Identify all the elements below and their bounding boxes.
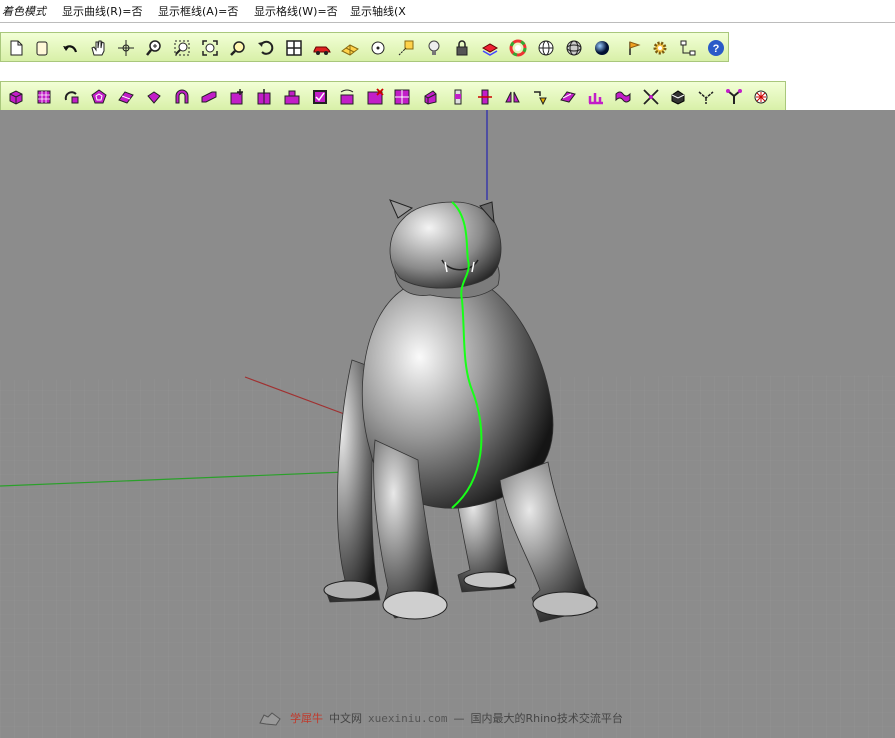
layer-icon[interactable] <box>479 37 501 59</box>
help-icon[interactable]: ? <box>705 37 727 59</box>
zoom-extents-icon[interactable] <box>199 37 221 59</box>
wave-icon[interactable] <box>612 86 634 108</box>
plane-grid-icon[interactable] <box>339 37 361 59</box>
rotate-3d-icon[interactable] <box>60 86 82 108</box>
column-red-icon[interactable] <box>474 86 496 108</box>
new-file-icon[interactable] <box>5 37 27 59</box>
column-icon[interactable] <box>447 86 469 108</box>
show-axes-option[interactable]: 显示轴线(X <box>350 3 406 19</box>
surface-icon[interactable] <box>115 86 137 108</box>
open-file-icon[interactable] <box>31 37 53 59</box>
zoom-icon[interactable] <box>143 37 165 59</box>
circle-snap-icon[interactable] <box>367 37 389 59</box>
fold-icon[interactable] <box>198 86 220 108</box>
show-grid-option[interactable]: 显示格线(W)=否 <box>254 3 338 19</box>
checkbox-solid-icon[interactable] <box>309 86 331 108</box>
cube-split-icon[interactable] <box>253 86 275 108</box>
perspective-viewport[interactable] <box>0 110 895 738</box>
arch-icon[interactable] <box>171 86 193 108</box>
flag-icon[interactable] <box>623 37 645 59</box>
display-mode-label[interactable]: 着色模式 <box>2 3 46 19</box>
branch-icon[interactable] <box>695 86 717 108</box>
undo-icon[interactable] <box>59 37 81 59</box>
svg-text:?: ? <box>713 43 720 55</box>
wireframe-sphere-icon[interactable] <box>535 37 557 59</box>
watermark-url: xuexiniu.com <box>368 711 448 725</box>
polygon-icon[interactable] <box>88 86 110 108</box>
show-curves-option[interactable]: 显示曲线(R)=否 <box>62 3 142 19</box>
pan-hand-icon[interactable] <box>87 37 109 59</box>
flat-surface-icon[interactable] <box>557 86 579 108</box>
rhino-logo-icon <box>259 712 281 726</box>
undo-view-icon[interactable] <box>255 37 277 59</box>
tree-structure-icon[interactable] <box>677 37 699 59</box>
extrude-icon[interactable] <box>419 86 441 108</box>
lightbulb-icon[interactable] <box>423 37 445 59</box>
zoom-selected-icon[interactable] <box>227 37 249 59</box>
color-wheel-icon[interactable] <box>507 37 529 59</box>
grid-solid-icon[interactable] <box>391 86 413 108</box>
point-grid-icon[interactable] <box>33 86 55 108</box>
tree-icon[interactable] <box>723 86 745 108</box>
watermark-site-name: 学犀牛 <box>290 712 323 725</box>
watermark: 学犀牛 中文网 xuexiniu.com — 国内最大的Rhino技术交流平台 <box>258 709 623 727</box>
flip-icon[interactable] <box>502 86 524 108</box>
show-frame-option[interactable]: 显示框线(A)=否 <box>158 3 238 19</box>
watermark-separator: — <box>453 711 465 725</box>
mesh-transform-icon[interactable] <box>336 86 358 108</box>
box-icon[interactable] <box>5 86 27 108</box>
mesh-delete-icon[interactable] <box>364 86 386 108</box>
rotate-view-icon[interactable] <box>115 37 137 59</box>
settings-gear-icon[interactable] <box>649 37 671 59</box>
cube-add-icon[interactable] <box>226 86 248 108</box>
four-viewports-icon[interactable] <box>283 37 305 59</box>
cross-icon[interactable] <box>640 86 662 108</box>
scene-canvas[interactable] <box>0 110 895 738</box>
mesh-sphere-icon[interactable] <box>563 37 585 59</box>
solid-tools-toolbar <box>0 81 786 111</box>
twist-icon[interactable] <box>143 86 165 108</box>
zoom-window-icon[interactable] <box>171 37 193 59</box>
command-line: 着色模式 显示曲线(R)=否 显示框线(A)=否 显示格线(W)=否 显示轴线(… <box>0 0 895 23</box>
watermark-slogan: 国内最大的Rhino技术交流平台 <box>470 712 623 725</box>
transform-icon[interactable] <box>529 86 551 108</box>
star-point-icon[interactable] <box>750 86 772 108</box>
lock-icon[interactable] <box>451 37 473 59</box>
cube-group-icon[interactable] <box>281 86 303 108</box>
watermark-site-suffix: 中文网 <box>329 712 362 725</box>
car-object-icon[interactable] <box>311 37 333 59</box>
render-sphere-icon[interactable] <box>591 37 613 59</box>
standard-toolbar: ? <box>0 32 729 62</box>
point-snap-icon[interactable] <box>395 37 417 59</box>
dice-icon[interactable] <box>667 86 689 108</box>
ramp-icon[interactable] <box>585 86 607 108</box>
